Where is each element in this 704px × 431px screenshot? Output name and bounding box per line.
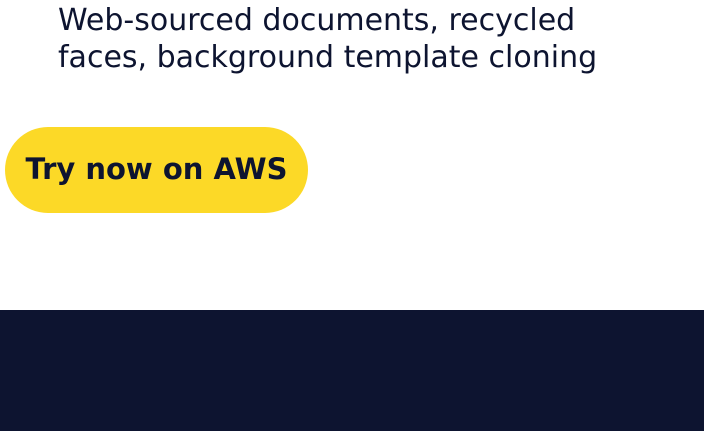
try-on-aws-button[interactable]: Try now on AWS bbox=[5, 127, 308, 213]
feature-section: Web-sourced documents, recycled faces, b… bbox=[0, 0, 704, 310]
description-line-1: Web-sourced documents, recycled bbox=[58, 3, 576, 38]
dark-footer-section bbox=[0, 310, 704, 431]
feature-description: Web-sourced documents, recycled faces, b… bbox=[58, 2, 678, 76]
description-line-2: faces, background template cloning bbox=[58, 40, 598, 75]
